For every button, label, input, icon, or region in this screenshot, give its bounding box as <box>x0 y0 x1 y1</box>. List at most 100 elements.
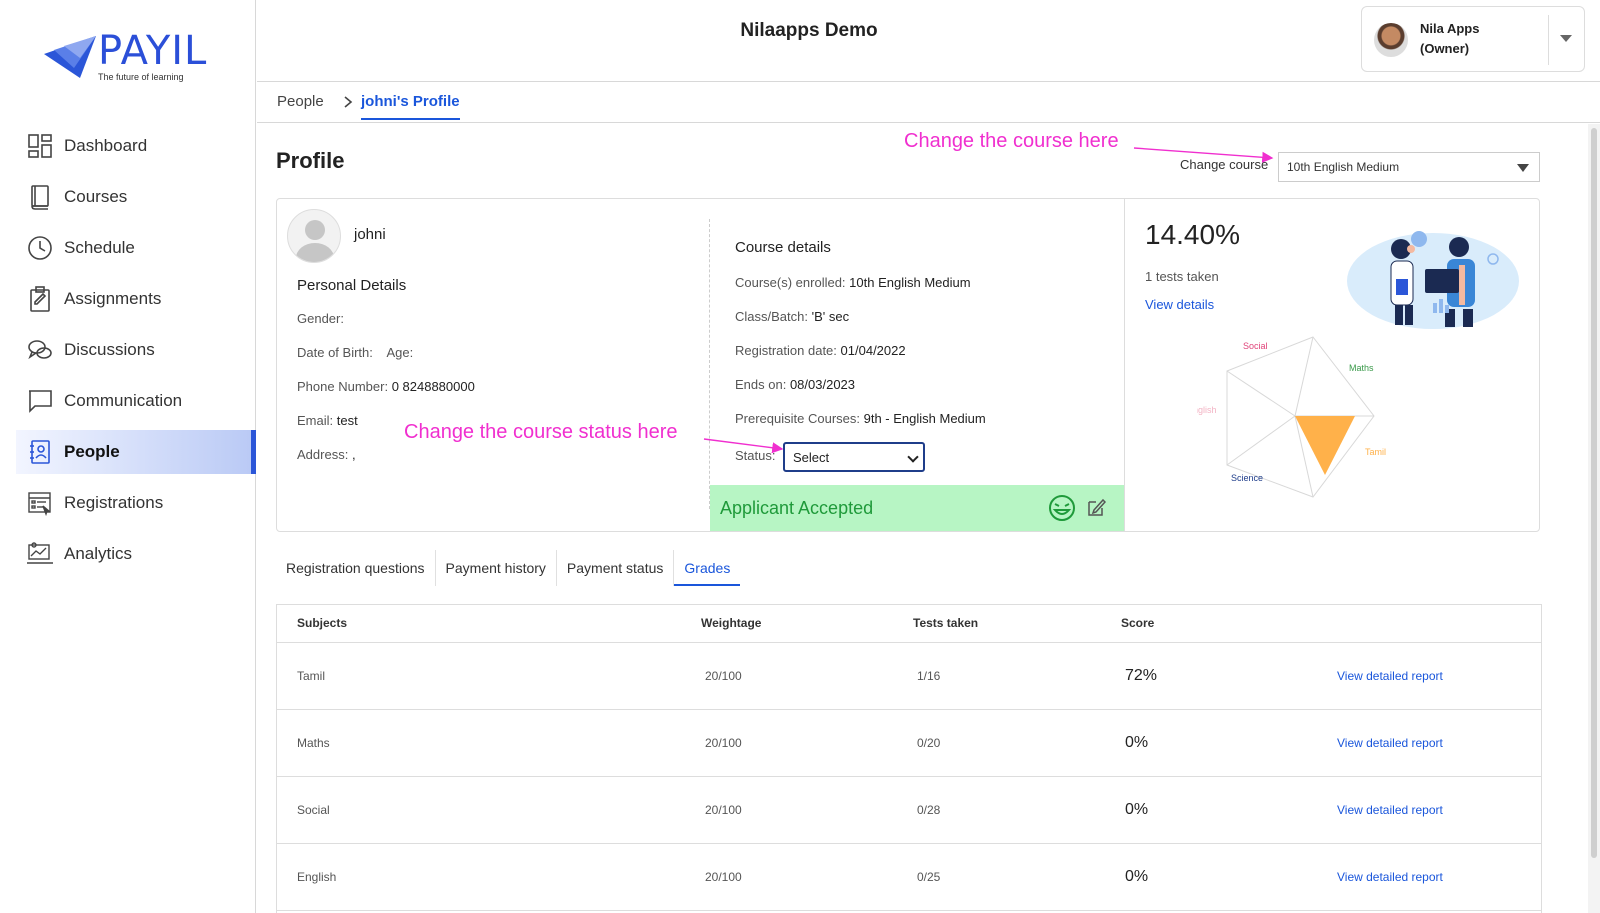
dob-label: Date of Birth: <box>297 345 373 360</box>
logo-wordmark: PAYIL <box>98 28 208 74</box>
status-select[interactable]: Select <box>783 442 925 472</box>
weightage-cell: 20/100 <box>705 803 742 817</box>
view-detailed-report-link[interactable]: View detailed report <box>1337 736 1443 750</box>
radar-label-english: English <box>1197 405 1217 415</box>
profile-tabs: Registration questions Payment history P… <box>276 550 741 586</box>
dob-row: Date of Birth: Age: <box>297 345 413 360</box>
book-icon <box>26 183 54 211</box>
status-label: Status: <box>735 448 776 463</box>
enrolled-row: Course(s) enrolled: 10th English Medium <box>735 275 971 290</box>
enrolled-label: Course(s) enrolled: <box>735 275 846 290</box>
scrollbar-thumb[interactable] <box>1591 128 1597 858</box>
tab-payment-history[interactable]: Payment history <box>436 550 557 586</box>
table-row: English 20/100 0/25 0% View detailed rep… <box>277 844 1541 911</box>
divider <box>1548 15 1549 65</box>
sidebar-item-people[interactable]: People <box>16 430 256 474</box>
clipboard-icon <box>26 285 54 313</box>
students-laptop-illustration <box>1347 231 1519 329</box>
email-row: Email: test <box>297 413 358 428</box>
score-cell: 0% <box>1125 801 1149 818</box>
score-cell: 72% <box>1125 667 1158 684</box>
annotation-change-course: Change the course here <box>904 130 1119 152</box>
registration-date-value: 01/04/2022 <box>840 343 906 358</box>
breadcrumb-current[interactable]: johni's Profile <box>361 93 460 120</box>
change-course-label: Change course <box>1180 157 1269 172</box>
column-header-weightage: Weightage <box>701 616 762 630</box>
address-row: Address: , <box>297 447 356 462</box>
phone-label: Phone Number: <box>297 379 389 394</box>
address-label: Address: <box>297 447 349 462</box>
breadcrumb-people-link[interactable]: People <box>277 93 324 110</box>
form-icon <box>26 489 54 517</box>
tab-grades[interactable]: Grades <box>674 550 741 586</box>
tab-payment-status[interactable]: Payment status <box>557 550 675 586</box>
subject-cell: Tamil <box>297 669 326 683</box>
sidebar-item-schedule[interactable]: Schedule <box>16 226 256 270</box>
radar-axis <box>1226 370 1296 417</box>
overall-percentage: 14.40% <box>1145 219 1240 250</box>
column-header-score: Score <box>1121 616 1155 630</box>
profile-name: johni <box>354 226 386 243</box>
divider <box>1124 199 1125 531</box>
sidebar-item-label: Schedule <box>64 238 135 257</box>
age-label: Age: <box>386 345 414 360</box>
sidebar-item-discussions[interactable]: Discussions <box>16 328 256 372</box>
view-details-link[interactable]: View details <box>1145 297 1214 312</box>
subject-cell: Social <box>297 803 330 817</box>
app-title: Nilaapps Demo <box>740 20 878 41</box>
sidebar-item-label: Dashboard <box>64 136 148 155</box>
edit-icon[interactable] <box>1086 497 1106 517</box>
table-row: Social 20/100 0/28 0% View detailed repo… <box>277 777 1541 844</box>
sidebar-item-label: Courses <box>64 187 128 206</box>
contact-book-icon <box>26 438 54 466</box>
page-title: Profile <box>276 148 345 173</box>
logo-mark-icon <box>44 36 96 78</box>
view-detailed-report-link[interactable]: View detailed report <box>1337 870 1443 884</box>
radar-axis <box>1226 415 1296 466</box>
email-value: test <box>336 413 358 428</box>
sidebar-item-label: Analytics <box>64 544 133 563</box>
batch-row: Class/Batch: 'B' sec <box>735 309 849 324</box>
course-select-value: 10th English Medium <box>1287 160 1400 174</box>
tests-cell: 0/25 <box>917 870 941 884</box>
grades-table: Subjects Weightage Tests taken Score Tam… <box>276 604 1542 913</box>
sidebar-item-label: Communication <box>64 391 183 410</box>
breadcrumb: People johni's Profile <box>257 83 1600 123</box>
analytics-icon <box>26 540 54 568</box>
sidebar-item-registrations[interactable]: Registrations <box>16 481 256 525</box>
sidebar-item-assignments[interactable]: Assignments <box>16 277 256 321</box>
scrollbar[interactable] <box>1588 124 1600 913</box>
radar-axis <box>1294 336 1314 417</box>
view-detailed-report-link[interactable]: View detailed report <box>1337 803 1443 817</box>
sidebar-item-communication[interactable]: Communication <box>16 379 256 423</box>
tests-cell: 0/20 <box>917 736 941 750</box>
smiley-icon[interactable] <box>1048 494 1076 522</box>
batch-label: Class/Batch: <box>735 309 808 324</box>
chevron-down-icon[interactable] <box>1560 35 1572 42</box>
enrolled-value: 10th English Medium <box>849 275 971 290</box>
email-label: Email: <box>297 413 334 428</box>
sidebar-item-analytics[interactable]: Analytics <box>16 532 256 576</box>
tab-registration-questions[interactable]: Registration questions <box>276 550 436 586</box>
sidebar-item-courses[interactable]: Courses <box>16 175 256 219</box>
payil-logo[interactable]: PAYIL The future of learning <box>40 28 220 84</box>
course-details-title: Course details <box>735 239 831 256</box>
chevron-down-icon <box>907 451 919 463</box>
clock-icon <box>26 234 54 262</box>
user-menu[interactable]: Nila Apps (Owner) <box>1361 6 1585 72</box>
sidebar-item-dashboard[interactable]: Dashboard <box>16 124 256 168</box>
ends-on-label: Ends on: <box>735 377 787 392</box>
sidebar-item-label: Assignments <box>64 289 162 308</box>
registration-date-row: Registration date: 01/04/2022 <box>735 343 906 358</box>
course-select[interactable]: 10th English Medium <box>1278 152 1540 182</box>
view-detailed-report-link[interactable]: View detailed report <box>1337 669 1443 683</box>
weightage-cell: 20/100 <box>705 669 742 683</box>
ends-on-row: Ends on: 08/03/2023 <box>735 377 855 392</box>
status-banner-text: Applicant Accepted <box>720 498 874 518</box>
subject-cell: English <box>297 870 337 884</box>
column-header-tests-taken: Tests taken <box>913 616 979 630</box>
radar-label-social: Social <box>1243 341 1268 351</box>
sidebar-item-label: Registrations <box>64 493 164 512</box>
dashboard-icon <box>26 132 54 160</box>
table-row: Maths 20/100 0/20 0% View detailed repor… <box>277 710 1541 777</box>
